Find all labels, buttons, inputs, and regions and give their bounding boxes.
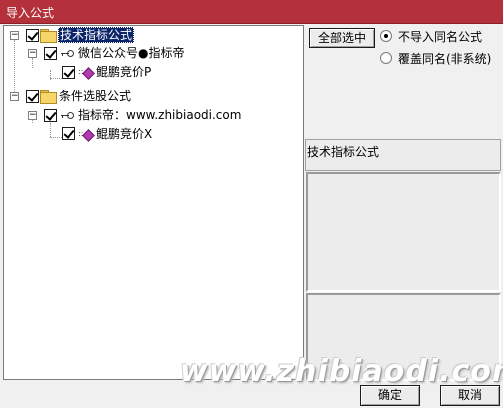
- tree-collapse-toggle[interactable]: −: [28, 111, 37, 120]
- tree-checkbox[interactable]: [62, 127, 75, 140]
- tree-collapse-toggle[interactable]: −: [10, 92, 19, 101]
- tree-item-formula[interactable]: 鲲鹏竞价P: [96, 64, 151, 80]
- radio-label: 不导入同名公式: [398, 29, 483, 44]
- tree-item-technical-indicators[interactable]: 技术指标公式: [58, 27, 135, 43]
- key-icon: [60, 48, 74, 58]
- tree-item-stock-screening[interactable]: 条件选股公式: [59, 88, 131, 104]
- radio-indicator[interactable]: [380, 52, 392, 64]
- ok-button[interactable]: 确定: [360, 385, 420, 406]
- tree-item-formula[interactable]: 鲲鹏竞价X: [96, 126, 152, 142]
- tree-checkbox[interactable]: [44, 109, 57, 122]
- tree-checkbox[interactable]: [26, 90, 39, 103]
- tree-connector: [50, 78, 62, 79]
- tree-connector: [14, 40, 15, 98]
- tree-item-author-group[interactable]: 指标帝：www.zhibiaodi.com: [78, 107, 241, 123]
- tree-connector: [50, 137, 62, 138]
- formula-icon: ::: [78, 67, 95, 80]
- tree-connector: [32, 58, 33, 68]
- title-bar: 导入公式: [0, 0, 503, 24]
- formula-tree[interactable]: − 技术指标公式 − 微信公众号●指标帝 :: 鲲鹏竞价P − 条件选股公式 −…: [3, 25, 304, 380]
- folder-icon: [40, 29, 57, 43]
- folder-icon: [40, 90, 57, 104]
- tree-checkbox[interactable]: [62, 66, 75, 79]
- key-icon: [60, 110, 74, 120]
- site-watermark: www.zhibiaodi.com: [180, 354, 503, 389]
- tree-item-author-group[interactable]: 微信公众号●指标帝: [78, 45, 184, 61]
- tree-collapse-toggle[interactable]: −: [10, 31, 19, 40]
- select-all-button[interactable]: 全部选中: [309, 28, 375, 48]
- formula-icon: ::: [78, 129, 95, 142]
- radio-overwrite-duplicates[interactable]: 覆盖同名(非系统): [380, 50, 491, 66]
- radio-indicator[interactable]: [380, 30, 392, 42]
- tree-connector: [50, 123, 51, 137]
- cancel-button[interactable]: 取消: [440, 385, 500, 406]
- window-title: 导入公式: [6, 6, 55, 20]
- radio-skip-duplicates[interactable]: 不导入同名公式: [380, 28, 482, 44]
- tree-collapse-toggle[interactable]: −: [28, 49, 37, 58]
- formula-description-box[interactable]: [306, 172, 501, 292]
- radio-label: 覆盖同名(非系统): [398, 51, 492, 66]
- category-label: 技术指标公式: [307, 145, 380, 159]
- tree-checkbox[interactable]: [44, 47, 57, 60]
- tree-checkbox[interactable]: [26, 29, 39, 42]
